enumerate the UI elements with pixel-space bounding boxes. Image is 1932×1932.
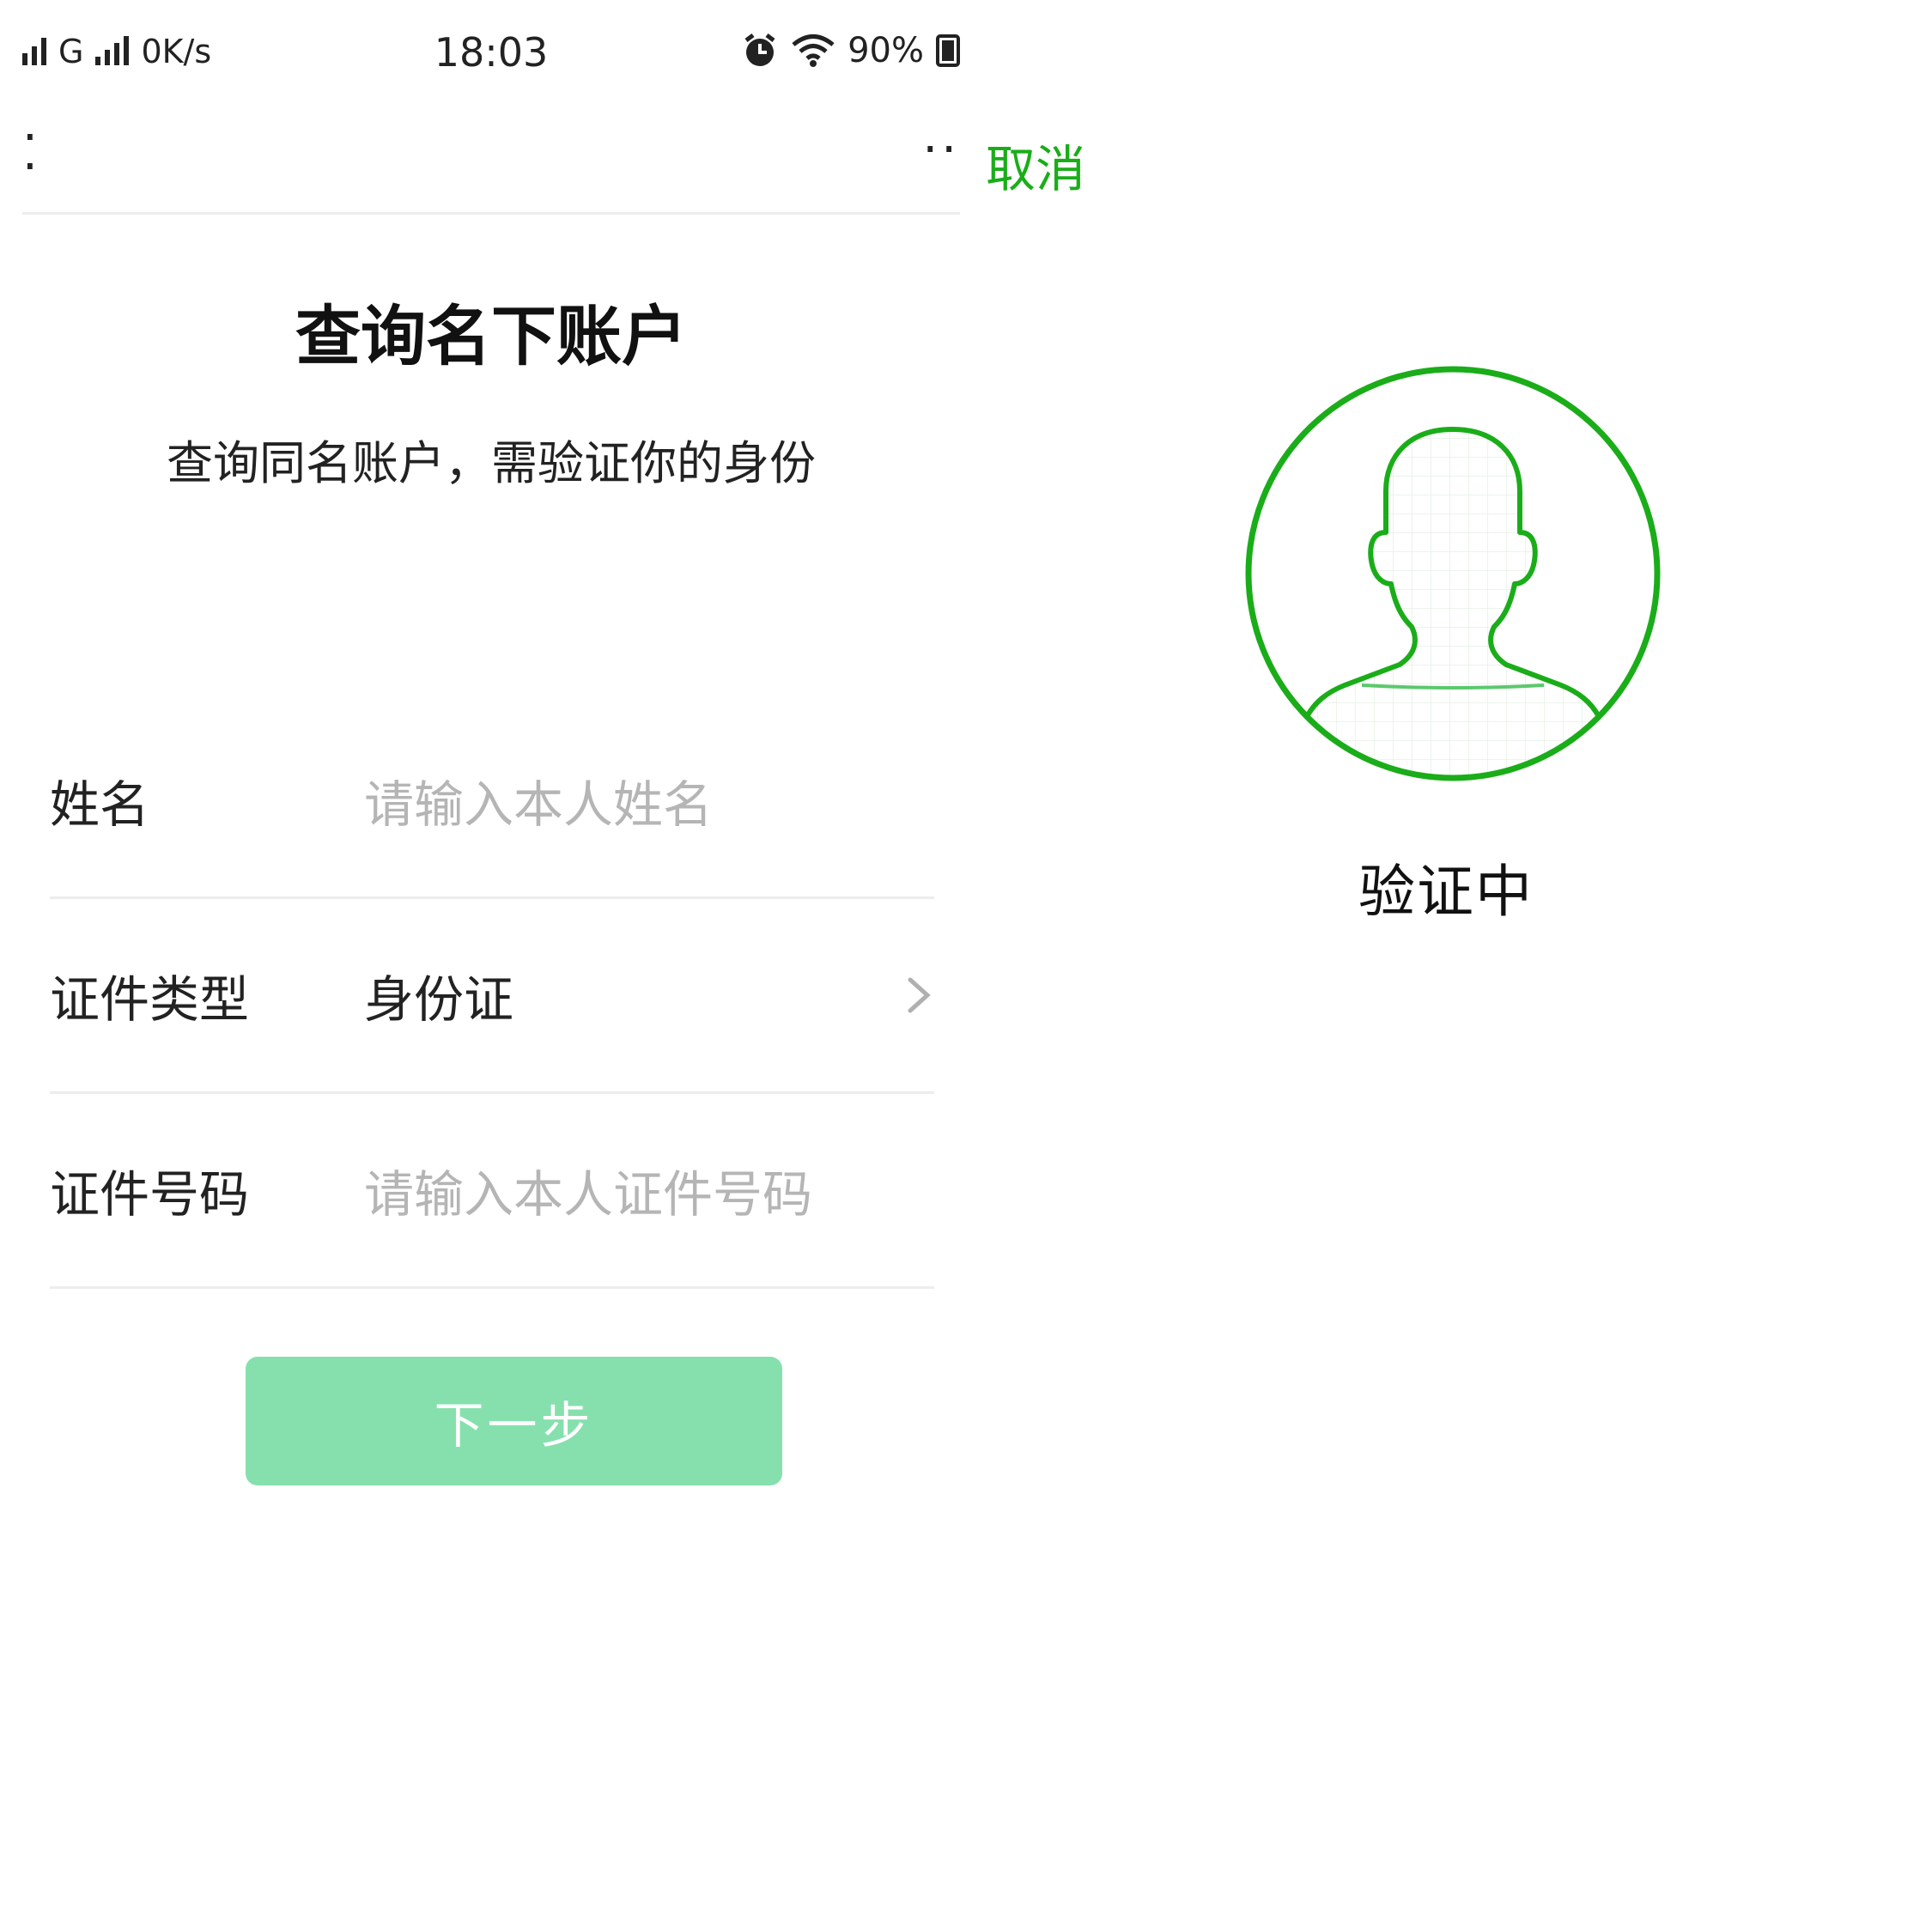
- more-icon[interactable]: ··: [922, 122, 960, 178]
- id-type-row[interactable]: 证件类型 身份证: [50, 899, 934, 1094]
- back-icon[interactable]: ⁚: [22, 125, 38, 181]
- status-right: 90%: [741, 31, 960, 70]
- name-label: 姓名: [50, 775, 150, 834]
- verification-screen: 取消 验证中: [960, 0, 1932, 1932]
- name-row[interactable]: 姓名 请输入本人姓名: [50, 704, 934, 899]
- verifying-status: 验证中: [1358, 859, 1534, 925]
- id-number-row[interactable]: 证件号码 请输入本人证件号码: [50, 1094, 934, 1289]
- id-type-select[interactable]: 身份证: [364, 959, 513, 1031]
- face-silhouette-icon: [1245, 366, 1661, 781]
- battery-percent: 90%: [848, 31, 924, 70]
- id-number-label: 证件号码: [50, 1165, 250, 1224]
- wifi-icon: [792, 34, 835, 67]
- page-title: 查询名下账户: [295, 298, 687, 374]
- cancel-button[interactable]: 取消: [986, 129, 1085, 201]
- face-frame: [1242, 362, 1664, 785]
- nav-bar: ⁚ ··: [22, 103, 960, 215]
- id-type-label: 证件类型: [50, 970, 250, 1029]
- query-accounts-screen: G 0K/s 18:03 90% ⁚ ·· 查询名下账户 查询同名账户，需验证你…: [22, 0, 960, 1932]
- identity-form: 姓名 请输入本人姓名 证件类型 身份证 证件号码 请输入本人证件号码: [50, 704, 934, 1289]
- alarm-icon: [744, 33, 775, 66]
- id-number-input[interactable]: 请输入本人证件号码: [364, 1154, 812, 1226]
- name-input[interactable]: 请输入本人姓名: [364, 764, 713, 836]
- battery-icon: [936, 34, 960, 67]
- chevron-right-icon: [908, 977, 931, 1013]
- status-bar: G 0K/s 18:03 90%: [22, 26, 960, 77]
- page-subtitle: 查询同名账户，需验证你的身份: [167, 436, 816, 490]
- next-button[interactable]: 下一步: [246, 1357, 782, 1485]
